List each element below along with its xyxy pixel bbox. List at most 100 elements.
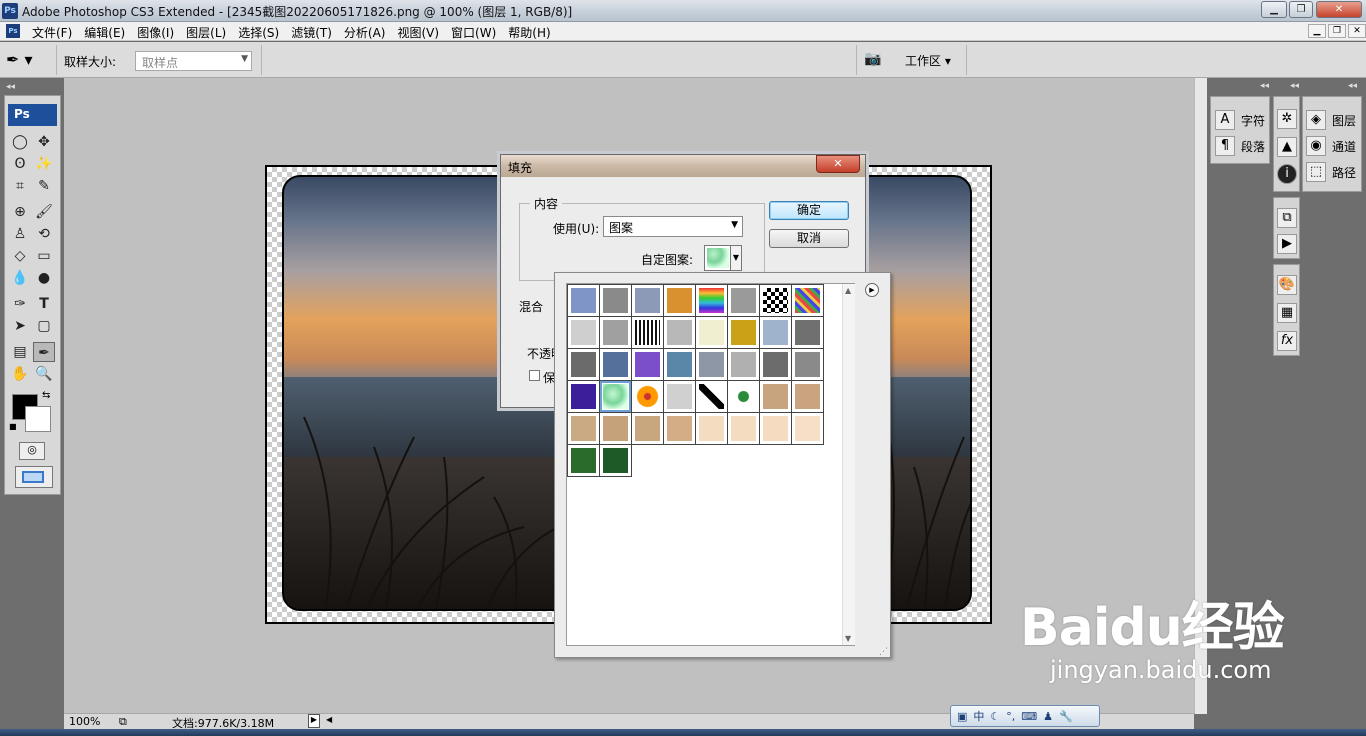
lasso-tool-icon[interactable]: ʘ (9, 154, 31, 174)
pattern-swatch[interactable] (696, 285, 728, 317)
resize-grip-icon[interactable]: ⋰ (879, 647, 888, 657)
pattern-swatch[interactable] (760, 349, 792, 381)
eyedropper-tool-icon[interactable]: ✒ (33, 342, 55, 362)
pattern-swatch[interactable] (600, 445, 632, 477)
zoom-level[interactable]: 100% (69, 715, 100, 728)
pattern-swatch[interactable] (568, 413, 600, 445)
swatches-icon[interactable]: ▦ (1277, 303, 1297, 323)
menu-file[interactable]: 文件(F) (28, 24, 76, 41)
styles-icon[interactable]: fx (1277, 331, 1297, 351)
navigator-icon[interactable]: ✲ (1277, 109, 1297, 129)
scroll-up-icon[interactable]: ▲ (845, 286, 851, 295)
menu-filter[interactable]: 滤镜(T) (287, 24, 336, 41)
pattern-swatch[interactable] (792, 285, 824, 317)
pen-tool-icon[interactable]: ✑ (9, 294, 31, 314)
use-select[interactable]: 图案 ▼ (603, 216, 743, 237)
collapse-icon[interactable]: ◂◂ (1260, 81, 1269, 91)
type-tool-icon[interactable]: T (33, 294, 55, 314)
pattern-swatch[interactable] (568, 349, 600, 381)
collapse-icon[interactable]: ◂◂ (1290, 81, 1299, 91)
hand-tool-icon[interactable]: ✋ (9, 364, 31, 384)
custom-pattern-swatch[interactable]: ▼ (704, 245, 742, 271)
pattern-swatch[interactable] (664, 349, 696, 381)
slice-tool-icon[interactable]: ✎ (33, 176, 55, 196)
pattern-swatch[interactable] (760, 285, 792, 317)
pattern-swatch[interactable] (632, 349, 664, 381)
menu-image[interactable]: 图像(I) (133, 24, 178, 41)
gradient-tool-icon[interactable]: ▭ (33, 246, 55, 266)
maximize-button[interactable]: ❐ (1289, 1, 1313, 18)
pattern-swatch[interactable] (760, 317, 792, 349)
pattern-swatch[interactable] (792, 349, 824, 381)
pattern-swatch[interactable] (664, 285, 696, 317)
picker-menu-icon[interactable]: ▶ (865, 283, 879, 297)
ok-button[interactable]: 确定 (769, 201, 849, 220)
dodge-tool-icon[interactable]: ● (33, 268, 55, 288)
wrench-icon[interactable]: 🔧 (1059, 710, 1073, 723)
dialog-title-bar[interactable]: 填充 ✕ (501, 155, 865, 177)
eraser-tool-icon[interactable]: ◇ (9, 246, 31, 266)
pattern-swatch[interactable] (632, 317, 664, 349)
pattern-swatch[interactable] (600, 317, 632, 349)
menu-select[interactable]: 选择(S) (234, 24, 283, 41)
collapse-icon[interactable]: ◂◂ (6, 82, 15, 92)
user-icon[interactable]: ♟ (1043, 710, 1053, 723)
pattern-swatch[interactable] (664, 413, 696, 445)
pattern-swatch[interactable] (760, 381, 792, 413)
eyedropper-preset-icon[interactable]: ✒ ▾ (6, 48, 50, 72)
path-select-tool-icon[interactable]: ➤ (9, 316, 31, 336)
status-menu-arrow-icon[interactable]: ▶ (308, 714, 320, 728)
character-panel-item[interactable]: A 字符 (1215, 107, 1265, 133)
screen-mode-icon[interactable] (15, 466, 53, 488)
pattern-swatch[interactable] (728, 317, 760, 349)
history-brush-icon[interactable]: ⟲ (33, 224, 55, 244)
pattern-swatch[interactable] (568, 317, 600, 349)
ime-logo-icon[interactable]: ▣ (957, 710, 967, 723)
pattern-swatch[interactable] (568, 381, 600, 413)
pattern-swatch[interactable] (568, 285, 600, 317)
pattern-swatch[interactable] (728, 349, 760, 381)
zoom-tool-icon[interactable]: 🔍 (33, 364, 55, 384)
paths-panel-item[interactable]: ⬚ 路径 (1306, 159, 1358, 185)
history-icon[interactable]: ⧉ (1277, 208, 1297, 228)
doc-restore-button[interactable]: ❐ (1328, 24, 1346, 38)
pattern-swatch[interactable] (632, 381, 664, 413)
pattern-swatch[interactable] (696, 349, 728, 381)
marquee-tool-icon[interactable]: ◯ (9, 132, 31, 152)
pattern-swatch[interactable] (664, 381, 696, 413)
pattern-scrollbar[interactable]: ▲ ▼ (842, 284, 855, 645)
magic-wand-tool-icon[interactable]: ✨ (33, 154, 55, 174)
moon-icon[interactable]: ☾ (990, 710, 1000, 723)
status-info-icon[interactable]: ⧉ (119, 715, 127, 729)
pattern-swatch[interactable] (792, 381, 824, 413)
menu-analysis[interactable]: 分析(A) (340, 24, 390, 41)
sample-size-select[interactable]: 取样点 ▼ (135, 51, 252, 71)
dialog-close-button[interactable]: ✕ (816, 155, 860, 173)
pattern-dropdown-arrow-icon[interactable]: ▼ (730, 246, 741, 270)
swap-colors-icon[interactable]: ⇆ (42, 390, 50, 401)
pattern-swatch[interactable] (696, 413, 728, 445)
background-color-swatch[interactable] (25, 406, 51, 432)
histogram-icon[interactable]: ▲ (1277, 137, 1297, 157)
default-colors-icon[interactable]: ■ (9, 422, 17, 431)
actions-icon[interactable]: ▶ (1277, 234, 1297, 254)
menu-layer[interactable]: 图层(L) (182, 24, 230, 41)
menu-view[interactable]: 视图(V) (393, 24, 443, 41)
menu-edit[interactable]: 编辑(E) (80, 24, 129, 41)
pattern-swatch[interactable] (600, 349, 632, 381)
preserve-transparency-checkbox[interactable] (529, 370, 540, 381)
move-tool-icon[interactable]: ✥ (33, 132, 55, 152)
collapse-icon[interactable]: ◂◂ (1348, 81, 1357, 91)
punctuation-icon[interactable]: °, (1006, 710, 1015, 723)
minimize-button[interactable]: ▁ (1261, 1, 1287, 18)
cancel-button[interactable]: 取消 (769, 229, 849, 248)
paragraph-panel-item[interactable]: ¶ 段落 (1215, 133, 1265, 159)
scroll-down-icon[interactable]: ▼ (845, 634, 851, 643)
info-icon[interactable]: i (1277, 164, 1297, 184)
document-icon[interactable]: Ps (6, 24, 20, 38)
pattern-swatch[interactable] (664, 317, 696, 349)
pattern-swatch[interactable] (632, 285, 664, 317)
layers-panel-item[interactable]: ◈ 图层 (1306, 107, 1358, 133)
pattern-swatch[interactable] (632, 413, 664, 445)
pattern-swatch[interactable] (600, 285, 632, 317)
